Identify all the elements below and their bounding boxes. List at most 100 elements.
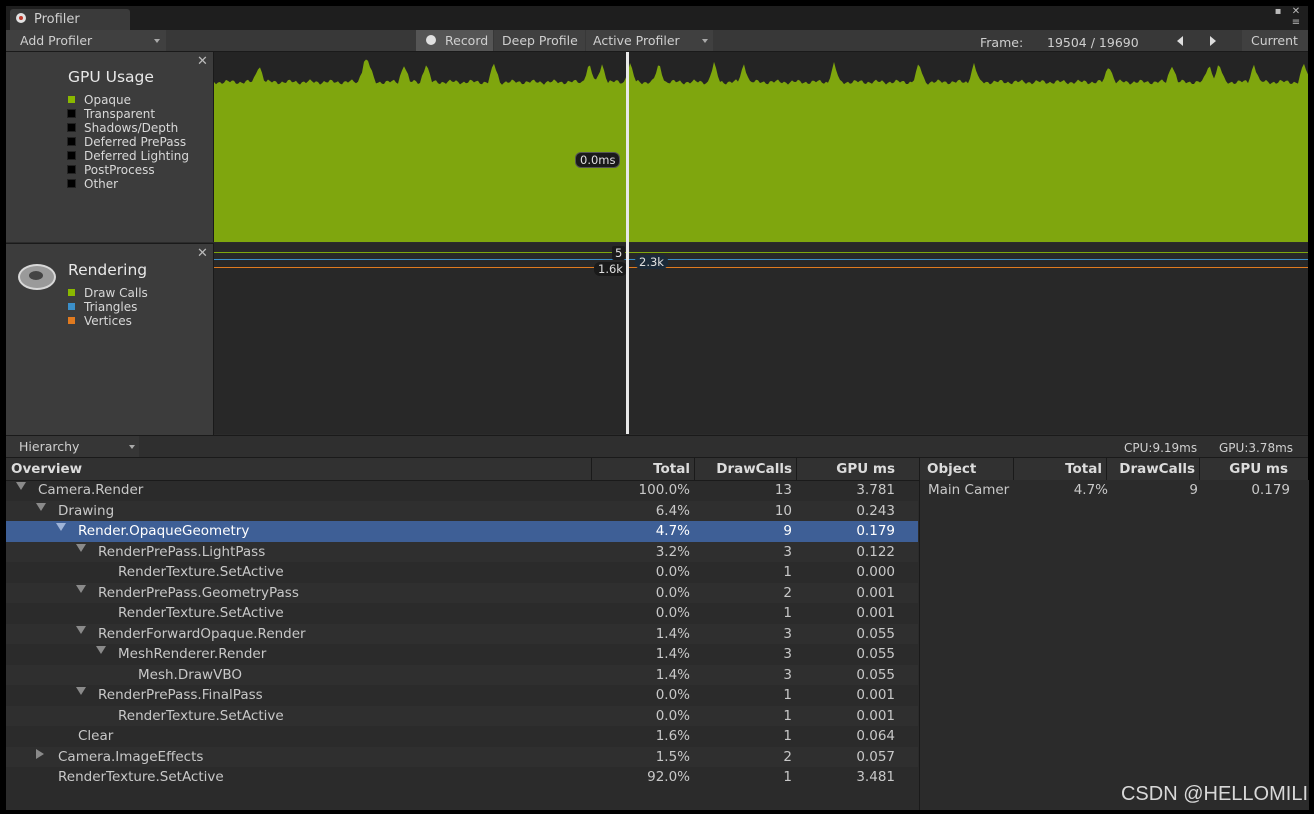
close-icon[interactable]: ✕ xyxy=(197,54,208,69)
table-row[interactable]: MeshRenderer.Render 1.4% 3 0.055 xyxy=(6,644,918,665)
expand-down-icon[interactable] xyxy=(76,687,86,695)
row-drawcalls: 3 xyxy=(783,666,792,683)
row-drawcalls: 1 xyxy=(783,687,792,703)
legend-label: Draw Calls xyxy=(84,286,148,300)
gpu-usage-graph[interactable]: 0.0ms xyxy=(214,52,1308,242)
table-row[interactable]: Camera.Render 100.0% 13 3.781 xyxy=(6,480,918,501)
row-gpu-ms: 0.001 xyxy=(856,687,895,703)
tab-profiler[interactable]: Profiler xyxy=(10,9,130,30)
legend-swatch xyxy=(68,96,75,103)
expand-down-icon[interactable] xyxy=(96,646,106,654)
current-frame-button[interactable]: Current xyxy=(1242,30,1308,51)
gpu-time: GPU:3.78ms xyxy=(1219,441,1294,455)
profiler-window: Profiler ▪ ✕ ≡ Add Profiler Record Deep … xyxy=(6,6,1309,810)
column-overview[interactable]: Overview xyxy=(11,461,82,477)
expand-down-icon[interactable] xyxy=(76,543,86,552)
row-drawcalls: 10 xyxy=(774,502,792,519)
table-row[interactable]: Mesh.DrawVBO 1.4% 3 0.055 xyxy=(6,664,918,685)
row-name: RenderPrePass.FinalPass xyxy=(98,687,263,703)
column-object[interactable]: Object xyxy=(927,461,976,477)
column-gpu-ms[interactable]: GPU ms xyxy=(797,461,895,477)
view-mode-dropdown[interactable]: Hierarchy xyxy=(6,436,139,458)
row-total: 0.0% xyxy=(655,564,690,580)
table-row[interactable]: Camera.ImageEffects 1.5% 2 0.057 xyxy=(6,746,918,767)
legend-swatch xyxy=(68,289,75,296)
row-name: RenderTexture.SetActive xyxy=(118,564,284,580)
row-drawcalls: 3 xyxy=(783,646,792,662)
row-drawcalls: 2 xyxy=(783,584,792,601)
record-button[interactable]: Record xyxy=(416,30,493,51)
close-window-icon[interactable]: ✕ xyxy=(1290,6,1302,17)
table-row[interactable]: RenderTexture.SetActive 92.0% 1 3.481 xyxy=(6,767,918,788)
rendering-title: Rendering xyxy=(68,261,148,279)
row-total: 0.0% xyxy=(655,584,690,601)
expand-down-icon[interactable] xyxy=(56,523,66,531)
row-gpu-ms: 0.122 xyxy=(856,543,895,560)
expand-down-icon[interactable] xyxy=(76,584,86,593)
table-row[interactable]: RenderForwardOpaque.Render 1.4% 3 0.055 xyxy=(6,623,918,644)
table-row[interactable]: RenderTexture.SetActive 0.0% 1 0.001 xyxy=(6,603,918,624)
column-drawcalls[interactable]: DrawCalls xyxy=(695,461,792,477)
legend-item[interactable]: Draw Calls xyxy=(68,286,148,300)
legend-item[interactable]: Opaque xyxy=(68,93,189,107)
column-object-gpu-ms[interactable]: GPU ms xyxy=(1200,461,1288,477)
legend-item[interactable]: Deferred Lighting xyxy=(67,149,189,163)
column-object-drawcalls[interactable]: DrawCalls xyxy=(1107,461,1195,477)
active-profiler-dropdown[interactable]: Active Profiler xyxy=(586,30,713,51)
previous-frame-icon[interactable] xyxy=(1177,36,1183,46)
object-gpu-ms: 0.179 xyxy=(1251,482,1290,498)
row-total: 100.0% xyxy=(638,482,690,498)
row-gpu-ms: 0.001 xyxy=(856,584,895,601)
rendering-graph[interactable]: 5 1.6k 2.3k xyxy=(214,243,1308,434)
gpu-usage-panel[interactable]: ✕ GPU Usage Opaque Transparent Shadows/Dep… xyxy=(6,52,214,242)
legend-item[interactable]: Other xyxy=(67,177,189,191)
active-profiler-label: Active Profiler xyxy=(593,33,680,48)
legend-item[interactable]: Shadows/Depth xyxy=(67,121,189,135)
expand-down-icon[interactable] xyxy=(76,625,86,634)
frame-label: Frame: xyxy=(980,35,1024,50)
legend-item[interactable]: Deferred PrePass xyxy=(67,135,189,149)
legend-item[interactable]: Transparent xyxy=(67,107,189,121)
chevron-down-icon xyxy=(129,445,135,449)
row-total: 0.0% xyxy=(655,687,690,703)
expand-right-icon[interactable] xyxy=(36,748,44,759)
row-gpu-ms: 0.064 xyxy=(856,728,895,744)
row-total: 1.4% xyxy=(655,646,690,662)
row-gpu-ms: 0.243 xyxy=(856,502,895,519)
next-frame-icon[interactable] xyxy=(1210,36,1216,46)
gpu-usage-title: GPU Usage xyxy=(68,68,154,86)
table-row[interactable]: RenderPrePass.FinalPass 0.0% 1 0.001 xyxy=(6,685,918,706)
table-row[interactable]: RenderPrePass.LightPass 3.2% 3 0.122 xyxy=(6,541,918,562)
rendering-panel[interactable]: ✕ Rendering Draw Calls Triangles Vertices xyxy=(6,243,214,435)
legend-swatch xyxy=(67,137,76,146)
column-total[interactable]: Total xyxy=(592,461,690,477)
legend-swatch xyxy=(67,109,76,118)
expand-down-icon[interactable] xyxy=(36,502,46,511)
close-icon[interactable]: ✕ xyxy=(197,246,208,261)
table-row[interactable]: RenderPrePass.GeometryPass 0.0% 2 0.001 xyxy=(6,582,918,603)
menu-icon[interactable]: ≡ xyxy=(1290,17,1302,28)
legend-item[interactable]: PostProcess xyxy=(67,163,189,177)
row-drawcalls: 13 xyxy=(774,482,792,498)
rendering-icon xyxy=(18,264,56,290)
table-row[interactable]: Drawing 6.4% 10 0.243 xyxy=(6,500,918,521)
column-object-total[interactable]: Total xyxy=(1014,461,1102,477)
table-row[interactable]: Main Camer 4.7% 9 0.179 xyxy=(920,480,1309,501)
table-row[interactable]: RenderTexture.SetActive 0.0% 1 0.000 xyxy=(6,562,918,583)
legend-item[interactable]: Triangles xyxy=(68,300,148,314)
row-name: Drawing xyxy=(58,502,115,519)
maximize-icon[interactable]: ▪ xyxy=(1272,6,1284,17)
add-profiler-dropdown[interactable]: Add Profiler xyxy=(6,30,166,51)
frame-cursor[interactable] xyxy=(626,52,629,434)
toolbar: Add Profiler Record Deep Profile Active … xyxy=(6,30,1308,52)
table-row[interactable]: RenderTexture.SetActive 0.0% 1 0.001 xyxy=(6,705,918,726)
table-row[interactable]: Clear 1.6% 1 0.064 xyxy=(6,726,918,747)
watermark: CSDN @HELLOMILI xyxy=(1120,783,1308,805)
deep-profile-button[interactable]: Deep Profile xyxy=(494,30,585,51)
legend-swatch xyxy=(68,317,75,324)
row-name: Camera.ImageEffects xyxy=(58,748,204,765)
legend-item[interactable]: Vertices xyxy=(68,314,148,328)
table-row[interactable]: Render.OpaqueGeometry 4.7% 9 0.179 xyxy=(6,521,918,542)
legend-label: Triangles xyxy=(84,300,138,314)
expand-down-icon[interactable] xyxy=(16,482,26,490)
